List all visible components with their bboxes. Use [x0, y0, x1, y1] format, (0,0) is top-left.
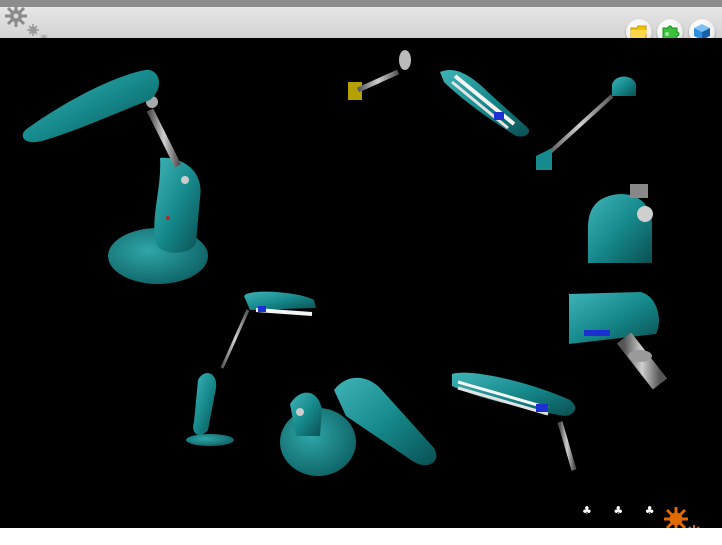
- lamp-render-head-side: [452, 372, 577, 471]
- lamp-render-knob-closeup: [588, 184, 653, 263]
- lamp-render-desk: [280, 377, 437, 476]
- lamp-showcase-stage: [0, 38, 722, 528]
- footer-marks: ♣ ♣ ♣: [582, 504, 664, 517]
- lamp-render-head-tube: [440, 56, 530, 137]
- header-bar: [0, 7, 722, 39]
- lamp-scene: [22, 50, 668, 476]
- footer-bar: [0, 528, 722, 545]
- lamp-render-screw: [348, 50, 411, 100]
- lamp-render-main: [22, 69, 208, 284]
- lamp-render-rod: [536, 76, 636, 170]
- window-top-band: [0, 0, 722, 7]
- lamp-render-joint-closeup: [569, 292, 668, 390]
